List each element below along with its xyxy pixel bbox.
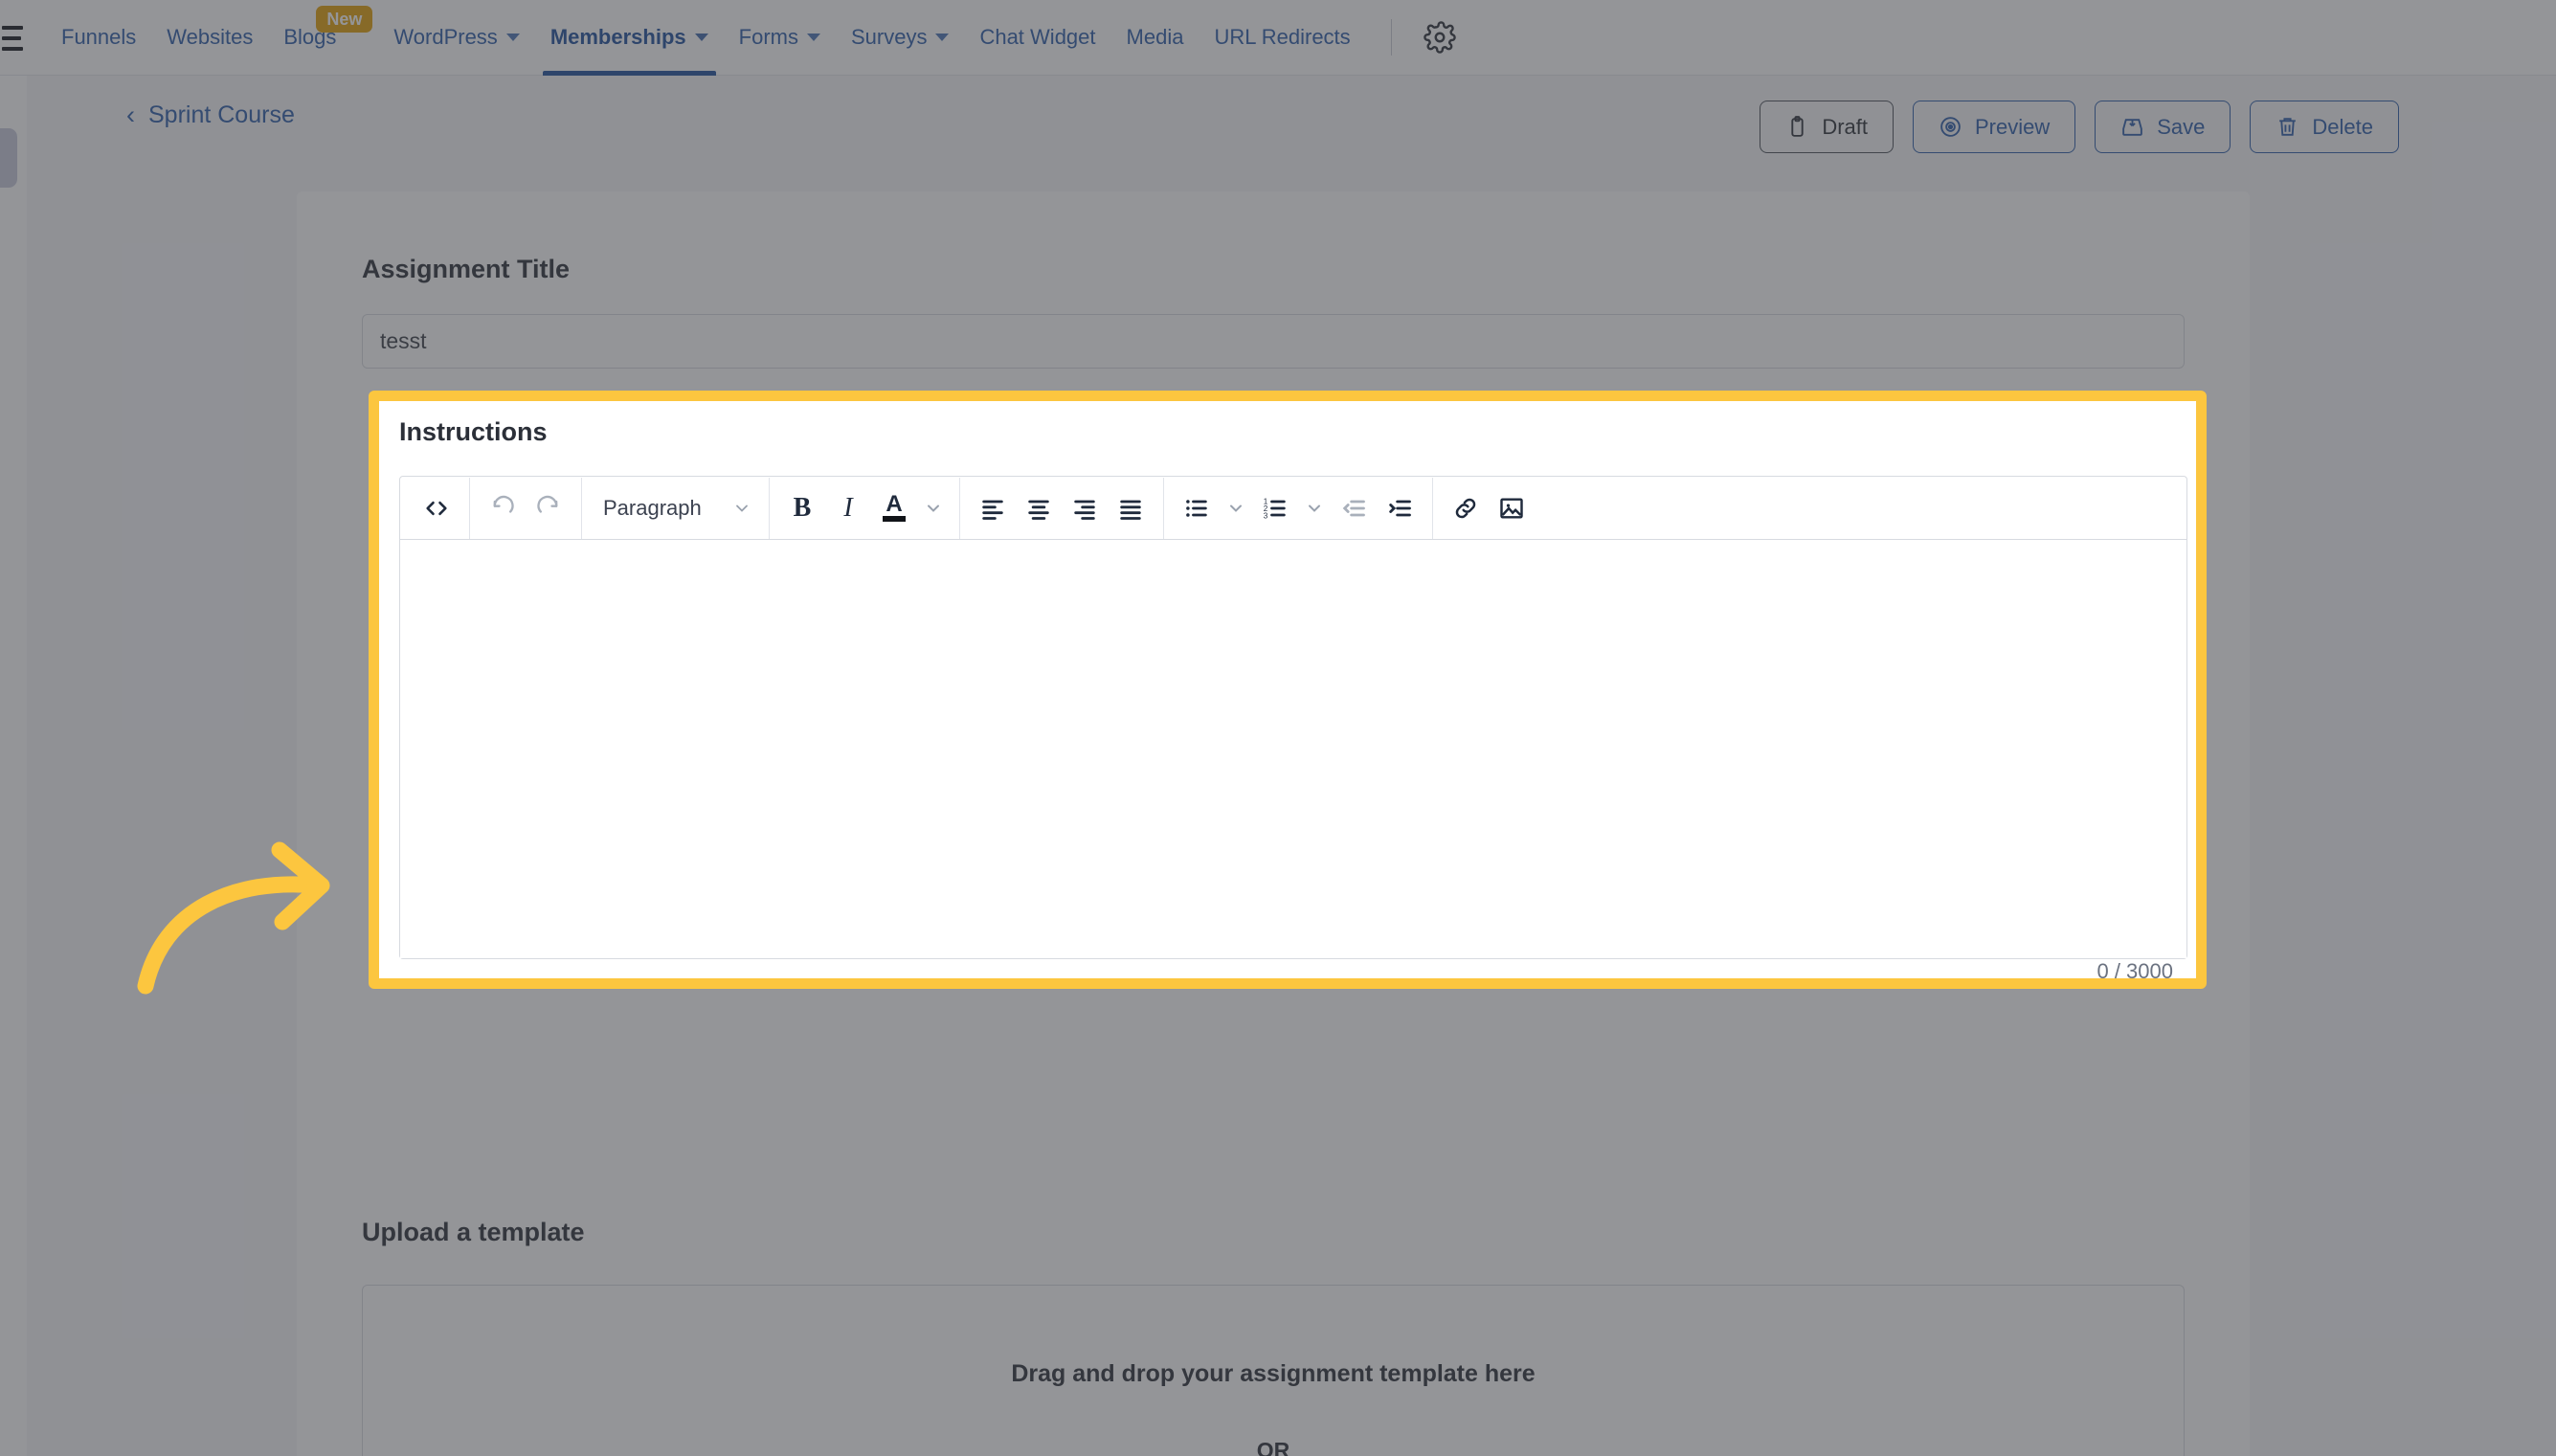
save-inbox-icon xyxy=(2122,119,2143,136)
action-buttons: Draft Preview Save Delete xyxy=(1760,101,2399,153)
dropzone-instruction: Drag and drop your assignment template h… xyxy=(1011,1360,1536,1387)
nav-label: WordPress xyxy=(393,25,498,49)
nav-item-forms[interactable]: Forms xyxy=(724,0,836,76)
nav-item-memberships[interactable]: Memberships xyxy=(535,0,724,76)
link-icon[interactable] xyxy=(1443,485,1489,531)
nav-label: Surveys xyxy=(850,25,928,49)
nav-items: Funnels Websites Blogs New WordPress Mem… xyxy=(0,0,1467,76)
redo-arrow-icon[interactable] xyxy=(526,485,572,531)
block-format-dropdown[interactable]: Paragraph xyxy=(592,485,759,531)
code-brackets-icon[interactable] xyxy=(414,485,460,531)
draft-button[interactable]: Draft xyxy=(1760,101,1894,153)
nav-item-surveys[interactable]: Surveys xyxy=(836,0,964,76)
nav-item-media[interactable]: Media xyxy=(1111,0,1200,76)
numbered-list-icon[interactable]: 1 2 3 xyxy=(1252,485,1298,531)
nav-divider xyxy=(1390,19,1392,56)
nav-item-wordpress[interactable]: WordPress xyxy=(378,0,534,76)
text-color-label: A xyxy=(886,490,903,517)
text-color-swatch xyxy=(883,516,906,523)
svg-text:3: 3 xyxy=(1264,511,1268,520)
toolbar-group-text-style: B I A xyxy=(770,478,959,539)
clipboard-icon xyxy=(1791,116,1804,137)
indent-icon[interactable] xyxy=(1377,485,1423,531)
rail-indicator[interactable] xyxy=(0,128,17,188)
outdent-icon[interactable] xyxy=(1331,485,1377,531)
bullet-list-icon[interactable] xyxy=(1174,485,1220,531)
preview-label: Preview xyxy=(1975,114,2051,139)
instructions-textarea[interactable] xyxy=(400,540,2186,958)
draft-label: Draft xyxy=(1822,114,1868,139)
nav-label: Media xyxy=(1126,25,1184,49)
left-rail xyxy=(0,76,27,1456)
instructions-label: Instructions xyxy=(399,417,548,446)
eye-icon xyxy=(1940,117,1961,137)
chevron-down-icon xyxy=(505,34,520,41)
nav-item-blogs[interactable]: Blogs New xyxy=(268,0,373,76)
image-icon[interactable] xyxy=(1489,485,1535,531)
character-counter: 0 / 3000 xyxy=(2096,959,2173,983)
toolbar-group-history xyxy=(470,478,581,539)
numbered-list-chevron-down-icon[interactable] xyxy=(1298,485,1331,531)
toolbar-group-code xyxy=(404,478,469,539)
editor-toolbar: Paragraph B I A 1 2 3 xyxy=(400,477,2186,540)
nav-item-websites[interactable]: Websites xyxy=(151,0,268,76)
new-badge: New xyxy=(316,5,373,33)
text-color-chevron-down-icon[interactable] xyxy=(917,485,950,531)
nav-label: Websites xyxy=(167,25,254,49)
block-format-value: Paragraph xyxy=(603,495,702,520)
nav-label: URL Redirects xyxy=(1214,25,1351,49)
undo-arrow-icon[interactable] xyxy=(480,485,526,531)
text-color-button[interactable]: A xyxy=(871,485,917,531)
bullet-list-chevron-down-icon[interactable] xyxy=(1220,485,1252,531)
preview-button[interactable]: Preview xyxy=(1913,101,2076,153)
align-center-icon[interactable] xyxy=(1016,485,1062,531)
chevron-left-icon: ‹ xyxy=(126,101,135,129)
save-button[interactable]: Save xyxy=(2095,101,2231,153)
app-root: Funnels Websites Blogs New WordPress Mem… xyxy=(0,0,2556,1456)
nav-item-funnels[interactable]: Funnels xyxy=(46,0,151,76)
hamburger-icon[interactable] xyxy=(0,25,29,52)
bold-label: B xyxy=(793,492,812,523)
align-justify-icon[interactable] xyxy=(1108,485,1154,531)
chevron-down-icon xyxy=(694,34,708,41)
align-right-icon[interactable] xyxy=(1062,485,1108,531)
toolbar-group-align xyxy=(960,478,1163,539)
nav-label: Chat Widget xyxy=(979,25,1096,49)
breadcrumb-label: Sprint Course xyxy=(148,101,295,128)
align-left-icon[interactable] xyxy=(970,485,1016,531)
toolbar-group-format: Paragraph xyxy=(582,478,769,539)
rich-text-editor: Paragraph B I A 1 2 3 xyxy=(399,476,2187,959)
trash-icon xyxy=(2279,118,2297,136)
assignment-title-input[interactable] xyxy=(362,314,2185,369)
nav-item-chat-widget[interactable]: Chat Widget xyxy=(964,0,1110,76)
instructions-highlight-box: Instructions Paragraph B I A 1 2 3 0 / 3… xyxy=(369,391,2207,989)
save-label: Save xyxy=(2157,114,2206,139)
nav-label: Memberships xyxy=(549,25,686,49)
nav-item-url-redirects[interactable]: URL Redirects xyxy=(1199,0,1365,76)
nav-label: Forms xyxy=(738,25,798,49)
bold-button[interactable]: B xyxy=(779,485,825,531)
nav-label: Funnels xyxy=(61,25,137,49)
curved-arrow-right-icon xyxy=(134,818,354,1000)
gear-icon[interactable] xyxy=(1413,11,1467,64)
dropzone-or: OR xyxy=(1256,1438,1290,1456)
italic-label: I xyxy=(843,492,853,523)
breadcrumb[interactable]: ‹ Sprint Course xyxy=(126,101,295,129)
toolbar-group-insert xyxy=(1433,478,1544,539)
chevron-down-icon xyxy=(935,34,950,41)
delete-label: Delete xyxy=(2312,114,2373,139)
chevron-down-icon xyxy=(736,504,748,512)
toolbar-group-lists: 1 2 3 xyxy=(1164,478,1432,539)
upload-template-label: Upload a template xyxy=(362,1218,585,1246)
chevron-down-icon xyxy=(806,34,820,41)
assignment-title-label: Assignment Title xyxy=(362,255,571,283)
italic-button[interactable]: I xyxy=(825,485,871,531)
delete-button[interactable]: Delete xyxy=(2250,101,2399,153)
top-navigation-bar: Funnels Websites Blogs New WordPress Mem… xyxy=(0,0,2556,76)
upload-dropzone[interactable]: Drag and drop your assignment template h… xyxy=(362,1285,2185,1456)
